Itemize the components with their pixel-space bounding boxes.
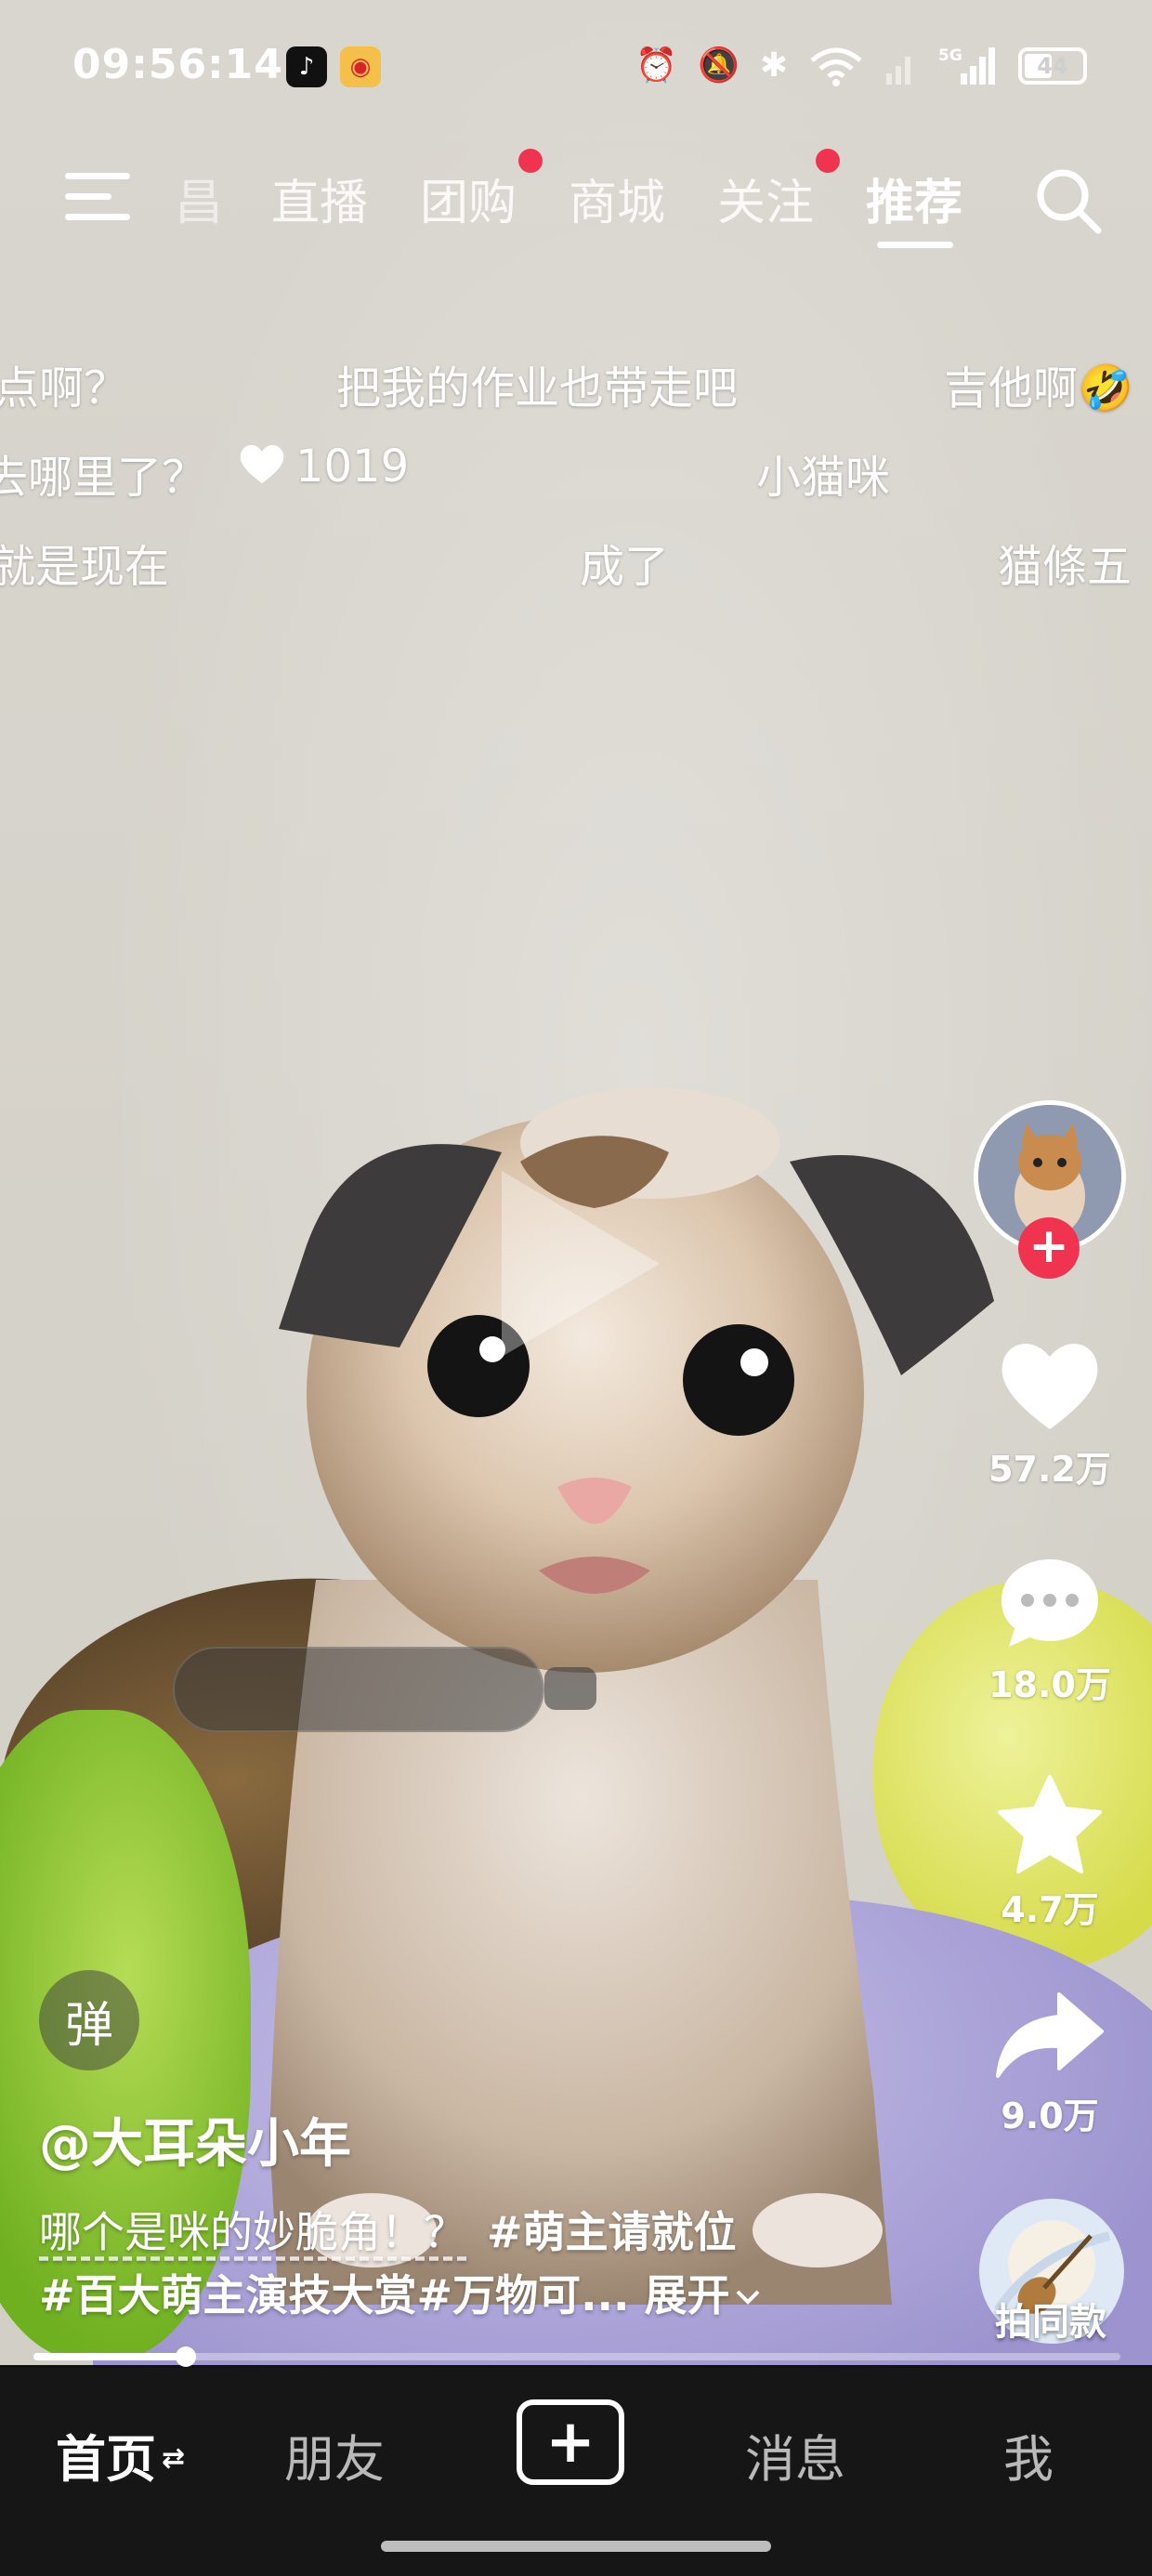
active-tab-indicator xyxy=(877,242,953,248)
danmaku-like-count: 1019 xyxy=(295,440,410,493)
status-bar: 09:56:14 ♪ ◉ ⏰ 🔕 ✱ 5G 44 xyxy=(0,0,1152,139)
network-type-label: 5G xyxy=(938,46,962,65)
group-buy-badge xyxy=(518,149,543,173)
favorite-count: 4.7万 xyxy=(1001,1889,1099,1930)
mute-icon: 🔕 xyxy=(698,46,740,85)
hashtag-line[interactable]: #百大萌主演技大赏#万物可... xyxy=(39,2270,630,2320)
favorite-button[interactable]: 4.7万 xyxy=(975,1773,1124,1932)
share-icon xyxy=(996,1992,1104,2078)
heart-icon xyxy=(240,444,284,483)
tab-group-buy[interactable]: 团购 xyxy=(420,164,517,233)
bottom-nav: 首页 ⇄ 朋友 + 消息 我 xyxy=(0,2368,1152,2576)
tab-live[interactable]: 直播 xyxy=(271,164,368,233)
comment-button[interactable]: 18.0万 xyxy=(975,1554,1124,1707)
expand-button[interactable]: 展开 xyxy=(645,2270,762,2320)
tab-following[interactable]: 关注 xyxy=(717,164,814,233)
battery-level: 44 xyxy=(1037,53,1068,79)
tiktok-app-icon: ♪ xyxy=(286,46,327,87)
like-button[interactable]: 57.2万 xyxy=(975,1334,1124,1492)
create-button[interactable]: + xyxy=(517,2399,624,2485)
comment-icon xyxy=(1001,1559,1098,1647)
battery-icon: 44 xyxy=(1018,47,1087,85)
like-count: 57.2万 xyxy=(988,1449,1111,1490)
star-icon xyxy=(998,1775,1102,1873)
nav-messages[interactable]: 消息 xyxy=(745,2418,845,2491)
danmaku-comment: 吉他啊🤣 xyxy=(944,362,1133,414)
status-time: 09:56:14 xyxy=(72,41,283,88)
video-description-line2: #百大萌主演技大赏#万物可... 展开 xyxy=(39,2262,762,2323)
danmaku-toggle-label: 弹 xyxy=(64,1997,113,2054)
danmaku-comment: 去哪里了？ xyxy=(0,452,207,504)
danmaku-toggle-button[interactable]: 弹 xyxy=(39,1970,139,2070)
comment-count: 18.0万 xyxy=(988,1664,1111,1705)
top-nav: 昌 直播 团购 商城 关注 推荐 xyxy=(0,149,1152,260)
danmaku-comment: 就是现在 xyxy=(0,541,170,593)
share-button[interactable]: 9.0万 xyxy=(975,1989,1124,2138)
bluetooth-icon: ✱ xyxy=(759,46,788,85)
alarm-icon: ⏰ xyxy=(635,46,677,85)
danmaku-comment: 点啊？ xyxy=(0,362,129,414)
nav-home-label: 首页 xyxy=(56,2430,156,2489)
wifi-icon xyxy=(810,47,862,86)
plus-icon: + xyxy=(545,2408,596,2477)
danmaku-comment: 把我的作业也带走吧 xyxy=(336,362,739,414)
tab-partial[interactable]: 昌 xyxy=(175,164,223,233)
chevron-down-icon xyxy=(736,2290,759,2305)
swap-icon: ⇄ xyxy=(162,2442,186,2475)
video-description: 哪个是咪的妙脆角！？ #萌主请就位 xyxy=(39,2199,737,2260)
follow-button[interactable]: + xyxy=(1018,1217,1080,1279)
drag-handle-nub xyxy=(544,1667,596,1710)
signal-icon-1 xyxy=(886,57,910,85)
video-progress-bar[interactable] xyxy=(33,2346,1120,2367)
nav-home[interactable]: 首页 ⇄ xyxy=(56,2418,185,2491)
tab-recommend[interactable]: 推荐 xyxy=(866,164,962,233)
danmaku-like-comment: 1019 xyxy=(236,440,409,493)
expand-label: 展开 xyxy=(644,2270,730,2320)
play-icon[interactable] xyxy=(492,1162,669,1366)
same-style-label[interactable]: 拍同款 xyxy=(975,2292,1126,2346)
author-name[interactable]: @大耳朵小年 xyxy=(39,2102,351,2177)
nav-friends[interactable]: 朋友 xyxy=(284,2418,385,2491)
signal-icon-5g: 5G xyxy=(938,46,995,85)
weibo-app-icon: ◉ xyxy=(340,46,381,87)
following-badge xyxy=(816,149,840,173)
menu-icon[interactable] xyxy=(65,167,130,223)
drag-handle[interactable] xyxy=(173,1647,544,1732)
heart-icon xyxy=(1001,1344,1098,1429)
tab-mall[interactable]: 商城 xyxy=(569,164,665,233)
share-count: 9.0万 xyxy=(1001,2096,1099,2136)
nav-me[interactable]: 我 xyxy=(1003,2418,1054,2491)
progress-knob[interactable] xyxy=(175,2346,196,2367)
danmaku-comment: 小猫咪 xyxy=(756,452,891,504)
danmaku-comment: 猫條五 xyxy=(998,541,1132,593)
search-icon[interactable] xyxy=(1033,165,1104,236)
hashtag-link[interactable]: #萌主请就位 xyxy=(487,2207,737,2257)
description-text: 哪个是咪的妙脆角！？ xyxy=(39,2207,466,2257)
danmaku-comment: 成了 xyxy=(580,541,670,593)
progress-fill xyxy=(33,2353,186,2360)
home-indicator[interactable] xyxy=(381,2541,771,2552)
